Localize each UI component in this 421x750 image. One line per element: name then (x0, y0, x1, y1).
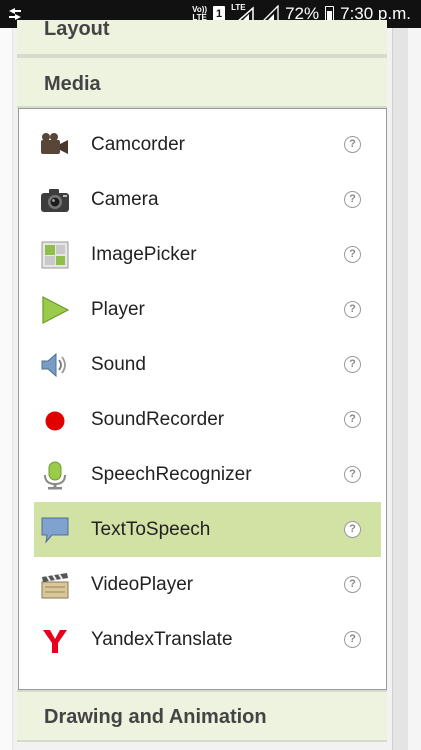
palette-item-imagepicker[interactable]: ImagePicker ? (34, 227, 381, 282)
palette-item-sound[interactable]: Sound ? (34, 337, 381, 392)
scrollbar-track[interactable] (392, 28, 409, 750)
palette-item-camcorder[interactable]: Camcorder ? (34, 117, 381, 172)
item-label: ImagePicker (91, 244, 197, 265)
camcorder-icon (41, 133, 68, 154)
speech-bubble-icon (41, 517, 69, 544)
item-label: Sound (91, 354, 146, 375)
item-label: Player (91, 299, 145, 320)
help-icon[interactable]: ? (344, 356, 361, 373)
help-icon[interactable]: ? (344, 631, 361, 648)
palette-item-texttospeech[interactable]: TextToSpeech ? (34, 502, 381, 557)
palette-item-yandextranslate[interactable]: YandexTranslate ? (34, 612, 381, 667)
category-layout[interactable]: Layout (17, 18, 387, 56)
clapperboard-icon (41, 573, 69, 599)
help-icon[interactable]: ? (344, 411, 361, 428)
media-components-list: Camcorder ? Camera ? ImagePicker ? Playe… (18, 108, 387, 690)
item-label: TextToSpeech (91, 519, 211, 540)
item-label: Camera (91, 189, 159, 210)
item-label: YandexTranslate (91, 629, 233, 650)
camera-icon (41, 189, 69, 212)
help-icon[interactable]: ? (344, 576, 361, 593)
left-margin (0, 28, 13, 750)
yandex-icon (43, 630, 68, 653)
help-icon[interactable]: ? (344, 521, 361, 538)
help-icon[interactable]: ? (344, 466, 361, 483)
help-icon[interactable]: ? (344, 136, 361, 153)
microphone-icon (44, 461, 66, 490)
help-icon[interactable]: ? (344, 246, 361, 263)
palette-item-videoplayer[interactable]: VideoPlayer ? (34, 557, 381, 612)
right-margin (408, 28, 421, 750)
palette-item-soundrecorder[interactable]: SoundRecorder ? (34, 392, 381, 447)
item-label: SpeechRecognizer (91, 464, 252, 485)
palette-item-camera[interactable]: Camera ? (34, 172, 381, 227)
record-icon (45, 411, 65, 431)
image-picker-icon (41, 241, 69, 269)
play-icon (42, 296, 70, 324)
item-label: VideoPlayer (91, 574, 194, 595)
palette-item-speechrecognizer[interactable]: SpeechRecognizer ? (34, 447, 381, 502)
palette-item-player[interactable]: Player ? (34, 282, 381, 337)
item-label: SoundRecorder (91, 409, 225, 430)
speaker-icon (41, 352, 66, 378)
category-drawing-and-animation[interactable]: Drawing and Animation (17, 690, 387, 742)
help-icon[interactable]: ? (344, 191, 361, 208)
category-media[interactable]: Media (17, 56, 387, 108)
help-icon[interactable]: ? (344, 301, 361, 318)
component-palette: Layout Media Camcorder ? Camera ? ImageP… (17, 18, 387, 750)
item-label: Camcorder (91, 134, 185, 155)
